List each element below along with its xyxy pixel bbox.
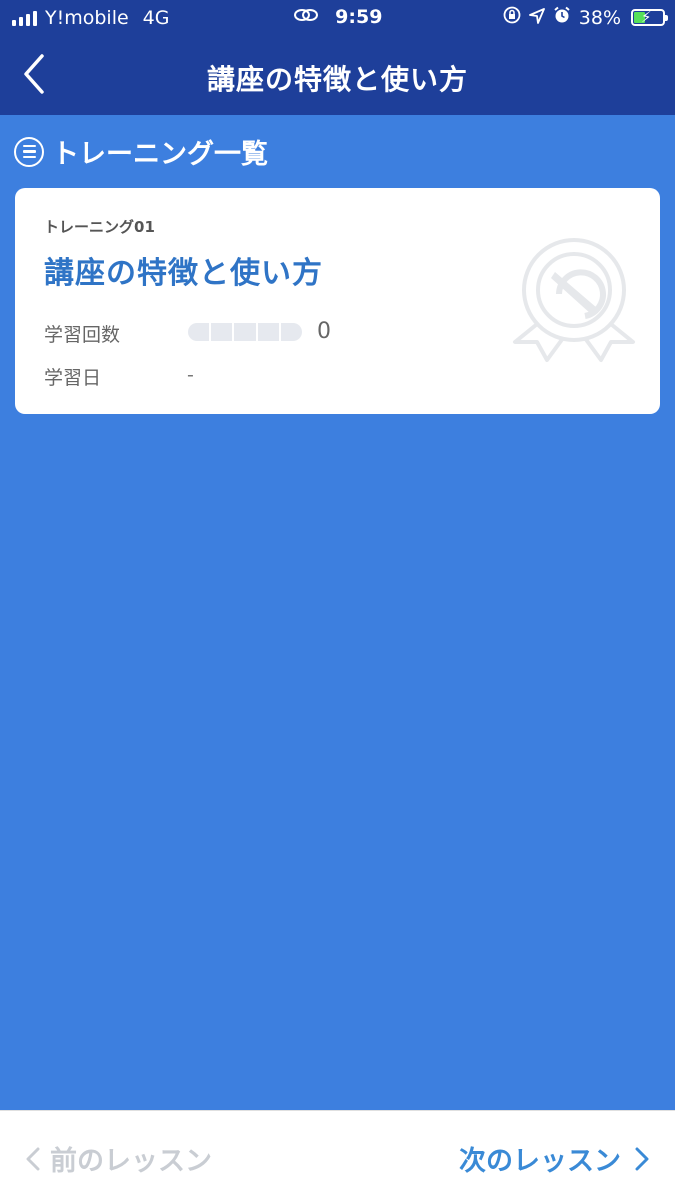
training-card[interactable]: トレーニング01 講座の特徴と使い方 学習回数 0 学習日 -	[15, 188, 660, 414]
next-lesson-button[interactable]: 次のレッスン	[459, 1139, 649, 1178]
study-progress-bar	[188, 323, 303, 341]
battery-percent: 38%	[578, 6, 621, 29]
page-title: 講座の特徴と使い方	[206, 63, 468, 96]
battery-icon: ⚡	[631, 8, 668, 26]
progress-segment	[234, 323, 256, 341]
medal-badge-icon	[513, 238, 635, 362]
chevron-left-icon	[26, 1147, 40, 1170]
training-title: 講座の特徴と使い方	[44, 256, 323, 291]
progress-segment	[211, 323, 233, 341]
section-title: トレーニング一覧	[52, 139, 268, 170]
status-bar: Y!mobile 4G 9:59 38% ⚡	[0, 0, 675, 36]
chevron-right-icon	[635, 1147, 649, 1170]
alarm-icon	[553, 6, 571, 29]
status-right: 38% ⚡	[503, 6, 668, 29]
progress-segment	[188, 323, 210, 341]
progress-segment	[257, 323, 279, 341]
previous-lesson-button[interactable]: 前のレッスン	[26, 1139, 212, 1178]
rotation-lock-icon	[503, 6, 521, 29]
training-number: トレーニング01	[44, 218, 155, 236]
study-date-label: 学習日	[44, 367, 102, 389]
section-header: トレーニング一覧	[14, 132, 268, 171]
location-icon	[528, 7, 545, 29]
navigation-bar: 講座の特徴と使い方	[0, 36, 675, 115]
study-count-label: 学習回数	[44, 324, 121, 346]
bottom-nav-bar: 前のレッスン 次のレッスン	[0, 1110, 675, 1200]
clock-time: 9:59	[335, 6, 383, 28]
previous-lesson-label: 前のレッスン	[50, 1146, 212, 1177]
study-date-value: -	[187, 364, 194, 386]
progress-segment	[280, 323, 303, 341]
next-lesson-label: 次のレッスン	[459, 1146, 621, 1177]
study-count-value: 0	[317, 319, 331, 344]
link-icon	[293, 6, 319, 28]
list-icon	[14, 136, 44, 167]
